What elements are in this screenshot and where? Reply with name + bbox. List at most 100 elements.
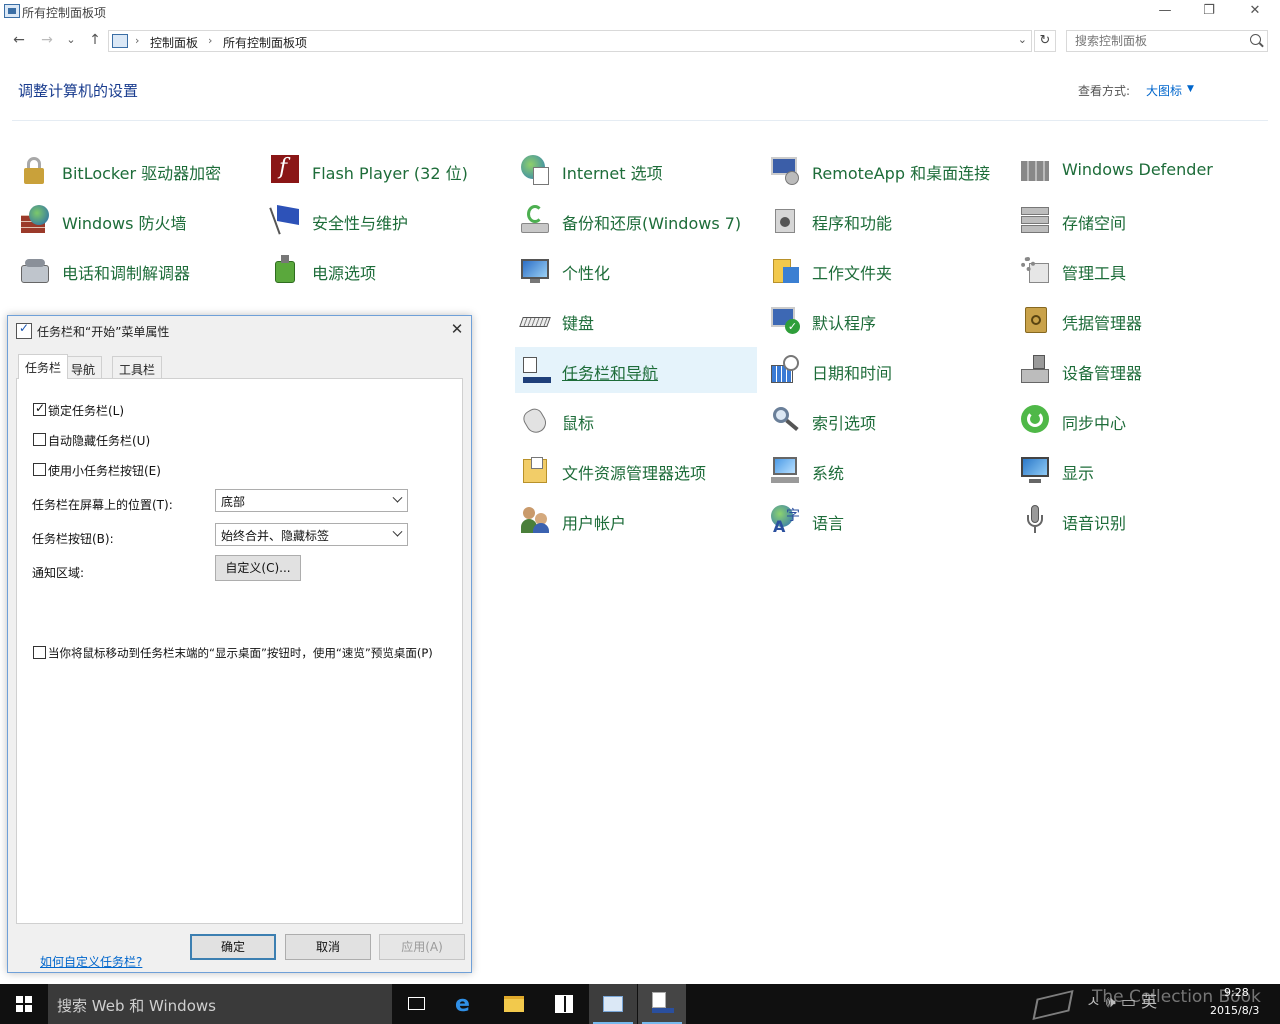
position-value: 底部 (221, 495, 246, 509)
book-logo-icon (1030, 988, 1076, 1021)
item-date-time[interactable]: 日期和时间 (765, 347, 1007, 393)
defender-icon (1019, 155, 1051, 185)
item-taskbar-navigation[interactable]: 任务栏和导航 (515, 347, 757, 393)
item-credential-manager[interactable]: 凭据管理器 (1015, 297, 1257, 343)
store-button[interactable] (540, 984, 588, 1024)
auto-hide-checkbox[interactable] (33, 433, 46, 446)
small-buttons-checkbox[interactable] (33, 463, 46, 476)
item-power-options[interactable]: 电源选项 (265, 247, 507, 293)
close-button[interactable]: ✕ (1232, 0, 1278, 24)
item-windows-defender[interactable]: Windows Defender (1015, 147, 1257, 193)
speech-icon (1019, 505, 1051, 535)
item-backup-restore[interactable]: 备份和还原(Windows 7) (515, 197, 757, 243)
item-windows-firewall[interactable]: Windows 防火墙 (15, 197, 257, 243)
remoteapp-icon (769, 155, 801, 185)
item-display[interactable]: 显示 (1015, 447, 1257, 493)
restore-button[interactable]: ❐ (1186, 0, 1232, 24)
item-indexing-options[interactable]: 索引选项 (765, 397, 1007, 443)
breadcrumb-separator[interactable]: › (135, 34, 139, 47)
taskbar-properties-taskbar-button[interactable] (638, 984, 686, 1024)
up-button[interactable]: ↑ (84, 30, 106, 52)
item-system[interactable]: 系统 (765, 447, 1007, 493)
edge-icon: e (455, 992, 470, 1017)
item-internet-options[interactable]: Internet 选项 (515, 147, 757, 193)
address-dropdown-icon[interactable]: ⌄ (1018, 33, 1027, 46)
file-explorer-button[interactable] (490, 984, 538, 1024)
item-personalization[interactable]: 个性化 (515, 247, 757, 293)
auto-hide-label[interactable]: 自动隐藏任务栏(U) (48, 432, 150, 449)
search-icon[interactable] (1250, 34, 1261, 45)
search-box[interactable] (1066, 30, 1268, 52)
peek-checkbox[interactable] (33, 646, 46, 659)
explorer-options-icon (519, 455, 551, 485)
notification-area-label: 通知区域: (32, 566, 85, 580)
tab-toolbars[interactable]: 工具栏 (112, 356, 163, 378)
recent-locations-button[interactable]: ⌄ (60, 30, 82, 52)
item-sync-center[interactable]: 同步中心 (1015, 397, 1257, 443)
buttons-value: 始终合并、隐藏标签 (221, 529, 330, 543)
flash-icon: f (269, 155, 301, 185)
item-device-manager[interactable]: 设备管理器 (1015, 347, 1257, 393)
buttons-select[interactable]: 始终合并、隐藏标签 (215, 523, 408, 546)
device-manager-icon (1019, 355, 1051, 385)
small-buttons-label[interactable]: 使用小任务栏按钮(E) (48, 462, 161, 479)
item-default-programs[interactable]: ✓ 默认程序 (765, 297, 1007, 343)
search-input[interactable] (1073, 33, 1243, 49)
lock-taskbar-label[interactable]: 锁定任务栏(L) (48, 402, 124, 419)
item-remoteapp[interactable]: RemoteApp 和桌面连接 (765, 147, 1007, 193)
start-button[interactable] (0, 984, 48, 1024)
apply-button[interactable]: 应用(A) (379, 934, 465, 960)
security-flag-icon (269, 205, 301, 235)
item-bitlocker[interactable]: BitLocker 驱动器加密 (15, 147, 257, 193)
forward-button[interactable]: → (36, 30, 58, 52)
chevron-down-icon (392, 526, 403, 537)
item-programs-features[interactable]: 程序和功能 (765, 197, 1007, 243)
item-language[interactable]: A字 语言 (765, 497, 1007, 543)
breadcrumb-separator[interactable]: › (208, 34, 212, 47)
tab-navigation[interactable]: 导航 (64, 356, 103, 378)
bitlocker-icon (19, 155, 51, 185)
item-speech-recognition[interactable]: 语音识别 (1015, 497, 1257, 543)
heading-divider (12, 120, 1268, 121)
dialog-close-button[interactable]: ✕ (446, 319, 468, 341)
item-explorer-options[interactable]: 文件资源管理器选项 (515, 447, 757, 493)
chevron-down-icon (392, 492, 403, 503)
lock-taskbar-checkbox[interactable] (33, 401, 46, 416)
breadcrumb-all-items[interactable]: 所有控制面板项 (223, 34, 307, 51)
clock-date[interactable]: 2015/8/3 (1210, 1004, 1259, 1017)
keyboard-icon (519, 305, 551, 335)
item-mouse[interactable]: 鼠标 (515, 397, 757, 443)
item-security-maintenance[interactable]: 安全性与维护 (265, 197, 507, 243)
item-work-folders[interactable]: 工作文件夹 (765, 247, 1007, 293)
help-link[interactable]: 如何自定义任务栏? (40, 953, 142, 970)
control-panel-taskbar-button[interactable] (589, 984, 637, 1024)
clock-time[interactable]: 9:28 (1224, 986, 1249, 999)
work-folders-icon (769, 255, 801, 285)
position-select[interactable]: 底部 (215, 489, 408, 512)
system-tray[interactable]: ㅅ 🕪 ▭ 英 (1086, 988, 1157, 1012)
phone-modem-icon (19, 255, 51, 285)
personalize-icon (519, 255, 551, 285)
taskbar-search-box[interactable]: 搜索 Web 和 Windows (48, 984, 392, 1024)
edge-button[interactable]: e (442, 984, 490, 1024)
item-storage-spaces[interactable]: 存储空间 (1015, 197, 1257, 243)
item-keyboard[interactable]: 键盘 (515, 297, 757, 343)
store-icon (555, 995, 573, 1013)
task-view-button[interactable] (392, 984, 440, 1024)
breadcrumb-control-panel[interactable]: 控制面板 (150, 34, 198, 51)
ok-button[interactable]: 确定 (190, 934, 276, 960)
peek-label[interactable]: 当你将鼠标移动到任务栏末端的“显示桌面”按钮时，使用“速览”预览桌面(P) (48, 645, 433, 661)
item-admin-tools[interactable]: 管理工具 (1015, 247, 1257, 293)
item-phone-modem[interactable]: 电话和调制解调器 (15, 247, 257, 293)
tab-taskbar[interactable]: 任务栏 (18, 354, 69, 379)
cancel-button[interactable]: 取消 (285, 934, 371, 960)
view-by-caret-icon[interactable]: ▼ (1187, 84, 1194, 94)
minimize-button[interactable]: — (1142, 0, 1188, 24)
back-button[interactable]: ← (8, 30, 30, 52)
item-user-accounts[interactable]: 用户帐户 (515, 497, 757, 543)
address-bar[interactable]: › 控制面板 › 所有控制面板项 ⌄ (108, 30, 1032, 52)
customize-button[interactable]: 自定义(C)... (215, 555, 301, 581)
item-flash-player[interactable]: f Flash Player (32 位) (265, 147, 507, 193)
view-by-dropdown[interactable]: 大图标 (1146, 82, 1182, 99)
refresh-button[interactable]: ↻ (1034, 30, 1056, 52)
